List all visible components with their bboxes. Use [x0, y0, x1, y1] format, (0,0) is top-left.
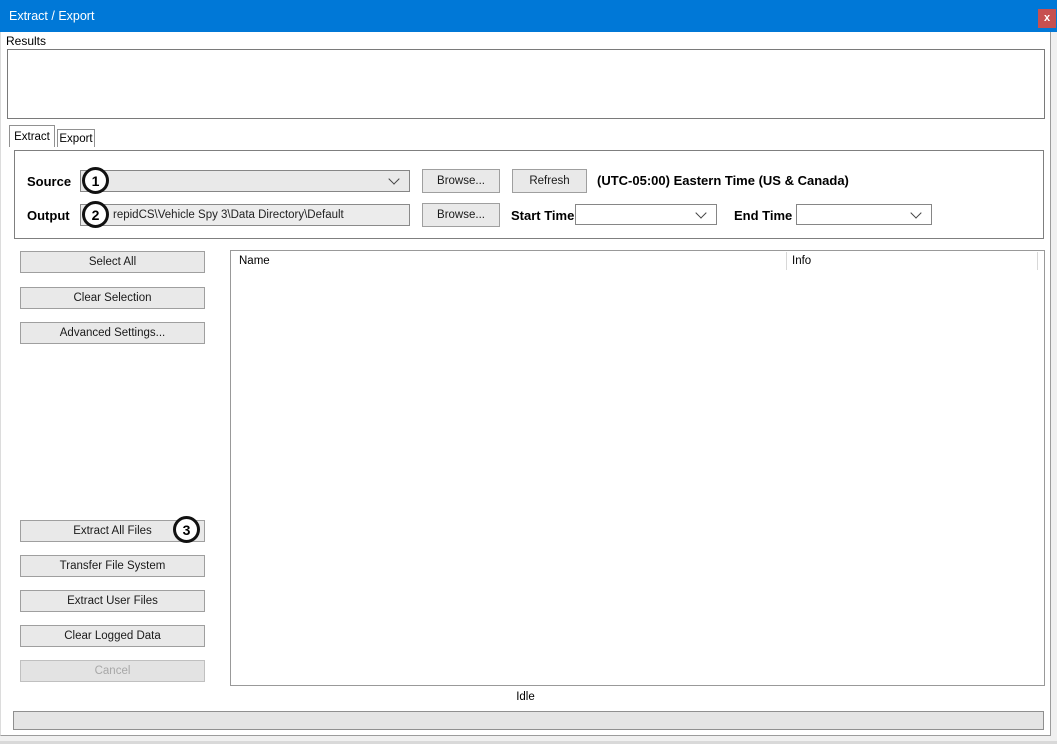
tab-export[interactable]: Export: [57, 129, 95, 147]
results-textbox[interactable]: [7, 49, 1045, 119]
status-text: Idle: [0, 691, 1051, 703]
window-title: Extract / Export: [9, 0, 94, 32]
end-time-combobox[interactable]: [796, 204, 932, 225]
start-time-combobox[interactable]: [575, 204, 717, 225]
file-list-body[interactable]: [231, 271, 1044, 685]
close-button[interactable]: x: [1038, 9, 1056, 28]
extract-user-files-button[interactable]: Extract User Files: [20, 590, 205, 612]
start-time-label: Start Time: [511, 208, 574, 223]
tab-extract[interactable]: Extract: [9, 125, 55, 147]
advanced-settings-button[interactable]: Advanced Settings...: [20, 322, 205, 344]
column-divider[interactable]: [1037, 252, 1038, 270]
source-label: Source: [27, 174, 71, 189]
column-header-name[interactable]: Name: [239, 251, 270, 271]
file-list-header: Name Info: [231, 251, 1044, 272]
timezone-label: (UTC-05:00) Eastern Time (US & Canada): [597, 173, 849, 188]
source-combobox[interactable]: [80, 170, 410, 192]
transfer-file-system-button[interactable]: Transfer File System: [20, 555, 205, 577]
tab-export-label: Export: [59, 133, 92, 145]
source-browse-button[interactable]: Browse...: [422, 169, 500, 193]
output-path-field[interactable]: repidCS\Vehicle Spy 3\Data Directory\Def…: [80, 204, 410, 226]
column-divider[interactable]: [786, 252, 787, 270]
column-header-info[interactable]: Info: [792, 251, 811, 271]
refresh-button[interactable]: Refresh: [512, 169, 587, 193]
cancel-button: Cancel: [20, 660, 205, 682]
annotation-circle-2: 2: [82, 201, 109, 228]
output-browse-button[interactable]: Browse...: [422, 203, 500, 227]
chevron-down-icon: [910, 207, 921, 218]
chevron-down-icon: [388, 173, 399, 184]
close-icon: x: [1044, 12, 1050, 24]
titlebar[interactable]: Extract / Export x: [0, 0, 1057, 32]
clear-logged-data-button[interactable]: Clear Logged Data: [20, 625, 205, 647]
results-label: Results: [6, 34, 46, 48]
clear-selection-button[interactable]: Clear Selection: [20, 287, 205, 309]
progress-bar: [13, 711, 1044, 730]
chevron-down-icon: [695, 207, 706, 218]
end-time-label: End Time: [734, 208, 792, 223]
annotation-circle-3: 3: [173, 516, 200, 543]
annotation-circle-1: 1: [82, 167, 109, 194]
file-list: Name Info: [230, 250, 1045, 686]
output-label: Output: [27, 208, 70, 223]
select-all-button[interactable]: Select All: [20, 251, 205, 273]
tab-extract-label: Extract: [14, 131, 50, 143]
